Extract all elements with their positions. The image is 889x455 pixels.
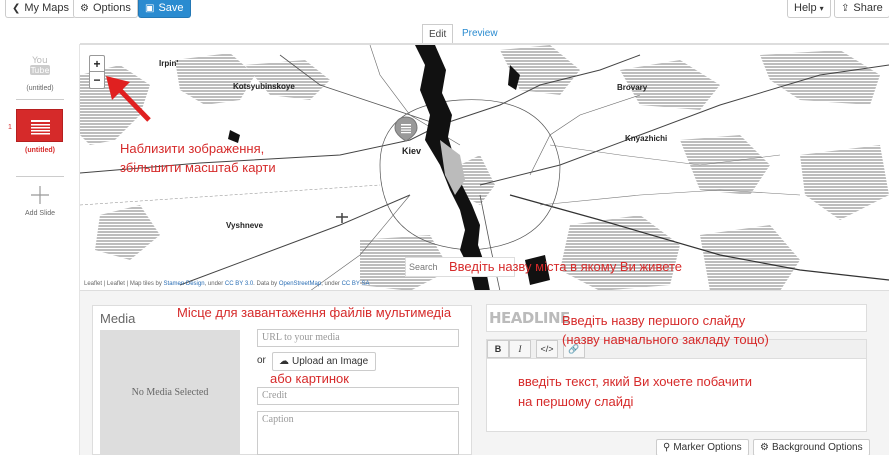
attribution-text: . Data by — [253, 281, 278, 287]
leaflet-link[interactable]: Leaflet — [107, 281, 125, 287]
text-lines-icon — [31, 120, 50, 135]
slide-1-label[interactable]: (untitled) — [0, 147, 80, 154]
media-caption-input[interactable]: Caption — [257, 411, 459, 455]
city-label-irpin: Irpin' — [159, 59, 179, 68]
slide-thumbnail-1[interactable] — [16, 109, 63, 142]
cc-by-link[interactable]: CC BY 3.0 — [225, 281, 253, 287]
code-button[interactable]: </> — [536, 340, 558, 358]
annotation-zoom-line1: Наблизити зображення, — [120, 141, 265, 156]
media-url-input[interactable]: URL to your media — [257, 329, 459, 347]
map-attribution: Leaflet | Leaflet | Map tiles by Stamen … — [84, 281, 370, 287]
annotation-media-hint: Місце для завантаження файлів мультимеді… — [177, 305, 452, 320]
zoom-control: + − — [89, 55, 105, 89]
gear-icon: ⚙ — [80, 3, 89, 14]
tab-edit[interactable]: Edit — [422, 24, 454, 44]
attribution-text: , under — [321, 281, 340, 287]
media-credit-input[interactable]: Credit — [257, 387, 459, 405]
media-title: Media — [100, 311, 136, 326]
or-label: or — [257, 355, 266, 366]
annotation-text-line1: введіть текст, який Ви хочете побачити — [518, 374, 753, 389]
slide-separator — [16, 99, 64, 100]
upload-image-button[interactable]: ☁ Upload an Image — [272, 352, 376, 371]
slide-strip — [0, 44, 80, 455]
map-marker[interactable] — [393, 116, 419, 142]
youtube-icon[interactable]: You Tube — [27, 54, 53, 76]
attribution-text: , under — [204, 281, 224, 287]
city-label-kotsyubinskoye: Kotsyubinskoye — [233, 82, 295, 91]
annotation-image-hint: або картинок — [270, 371, 349, 386]
zoom-in-button[interactable]: + — [90, 56, 104, 72]
annotation-zoom-line2: збільшити масштаб карти — [120, 160, 276, 175]
save-button[interactable]: ▣ Save — [138, 0, 191, 18]
cloud-upload-icon: ☁ — [279, 356, 289, 367]
background-options-button[interactable]: ⚙ Background Options — [753, 439, 870, 455]
storymap-editor: ❮ My Maps ⚙ Options ▣ Save Help ▾ ⇪ Share Edi… — [0, 0, 889, 455]
map-marker-icon: ⚲ — [663, 442, 671, 453]
plus-icon[interactable] — [30, 185, 50, 205]
zoom-out-button[interactable]: − — [90, 72, 104, 88]
annotation-search-hint: Введіть назву міста в якому Ви живете — [449, 259, 683, 274]
slide-separator — [16, 176, 64, 177]
city-label-vyshneve: Vyshneve — [226, 221, 264, 230]
options-button[interactable]: ⚙ Options — [73, 0, 138, 18]
slide-number: 1 — [8, 124, 12, 131]
annotation-headline-line1: Введіть назву першого слайду — [562, 313, 746, 328]
svg-text:Tube: Tube — [30, 66, 50, 75]
headline-placeholder: HEADLINE — [489, 309, 570, 327]
share-icon: ⇪ — [841, 3, 850, 14]
attribution-text: | Map tiles by — [126, 281, 162, 287]
annotation-text-line2: на першому слайді — [518, 394, 634, 409]
chevron-left-icon: ❮ — [12, 3, 21, 14]
tab-preview[interactable]: Preview — [456, 24, 504, 44]
share-button[interactable]: ⇪ Share — [834, 0, 889, 18]
annotation-arrow — [104, 74, 154, 126]
annotation-headline-line2: (назву навчального закладу тощо) — [562, 332, 769, 347]
floppy-disk-icon: ▣ — [145, 3, 155, 14]
city-label-kiev: Kiev — [402, 146, 422, 156]
media-placeholder: No Media Selected — [100, 330, 240, 455]
add-slide-button[interactable]: Add Slide — [0, 210, 80, 217]
leaflet-link[interactable]: Leaflet — [84, 281, 102, 287]
city-label-knyazhichi: Knyazhichi — [625, 134, 668, 143]
my-maps-button[interactable]: ❮ My Maps — [5, 0, 77, 18]
osm-link[interactable]: OpenStreetMap — [279, 281, 321, 287]
gear-icon: ⚙ — [760, 442, 769, 453]
title-slide-label[interactable]: (untitled) — [0, 85, 80, 92]
help-button[interactable]: Help ▾ — [787, 0, 831, 18]
cc-by-sa-link[interactable]: CC BY SA — [342, 281, 370, 287]
stamen-link[interactable]: Stamen Design — [164, 281, 205, 287]
italic-button[interactable]: I — [509, 340, 531, 358]
city-label-brovary: Brovary — [617, 83, 648, 92]
caret-down-icon: ▾ — [819, 4, 824, 13]
bold-button[interactable]: B — [487, 340, 509, 358]
svg-text:You: You — [31, 56, 48, 66]
marker-options-button[interactable]: ⚲ Marker Options — [656, 439, 749, 455]
